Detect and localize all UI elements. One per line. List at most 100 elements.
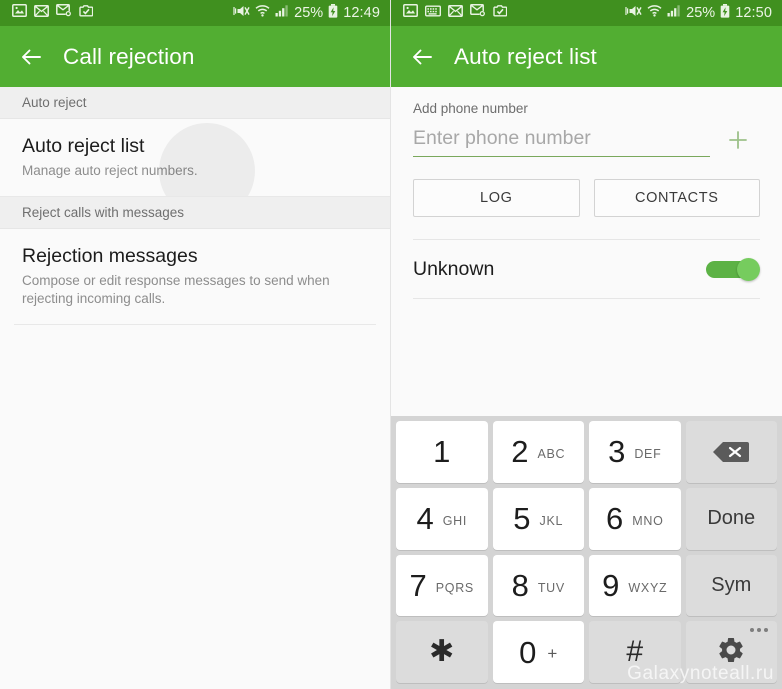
key-hash-label: # [626,635,644,669]
unknown-label: Unknown [413,257,495,280]
key-4[interactable]: 4 GHI [396,487,488,550]
key-7-letters: PQRS [435,580,474,595]
keypad-row: 7 PQRS 8 TUV 9 WXYZ Sym [396,554,777,617]
picture-icon [403,4,418,22]
keypad-row: 1 2 ABC 3 DEF [396,421,777,483]
dot [750,628,754,633]
screen-auto-reject-list: 25% 12:50 Auto reject list Add phone num… [391,0,782,689]
keypad-row: ✱ 0 + # [396,621,777,683]
clock-label: 12:49 [343,5,380,21]
vibrate-mute-icon [233,4,250,23]
battery-charging-icon [720,3,730,23]
divider-below-unknown [413,298,760,299]
log-button[interactable]: LOG [413,179,580,217]
phone-number-input[interactable] [413,127,710,150]
key-settings[interactable] [685,621,777,683]
key-hash[interactable]: # [589,621,681,683]
status-bar-notification-icons [12,4,94,22]
back-arrow-icon[interactable] [18,43,46,71]
dot [757,628,761,633]
add-phone-number-label: Add phone number [413,101,528,116]
sidebar-item-auto-reject-list[interactable]: Auto reject list Manage auto reject numb… [0,119,390,197]
key-5-letters: JKL [539,514,564,529]
signal-bars-icon [667,4,681,22]
plus-icon[interactable] [716,123,760,157]
key-done[interactable]: Done [685,487,777,550]
envelope-icon [34,4,49,22]
auto-reject-list-subtitle: Manage auto reject numbers. [22,163,198,178]
wifi-icon [647,4,662,22]
back-arrow-icon[interactable] [409,43,437,71]
key-1[interactable]: 1 [396,421,488,483]
camera-upload-icon [79,4,94,22]
key-0[interactable]: 0 + [492,621,584,683]
key-4-letters: GHI [442,514,468,529]
key-5-label: 5 [513,501,531,537]
battery-percent-label: 25% [686,5,716,21]
key-backspace[interactable] [685,421,777,483]
gear-icon [716,635,746,670]
key-3-letters: DEF [634,447,662,462]
key-3-label: 3 [608,434,626,470]
page-title: Auto reject list [454,43,597,69]
auto-reject-list-content: Add phone number LOG CONTACTS Unknown [391,87,782,299]
battery-charging-icon [328,3,338,23]
app-bar-right: Auto reject list [391,26,782,87]
key-8[interactable]: 8 TUV [492,554,584,617]
auto-reject-list-title: Auto reject list [22,135,145,157]
key-asterisk[interactable]: ✱ [396,621,488,683]
status-bar-right: 25% 12:50 [391,0,782,26]
backspace-icon [711,440,751,464]
key-8-letters: TUV [537,580,565,595]
toggle-knob [737,258,760,281]
key-7[interactable]: 7 PQRS [396,554,488,617]
key-6[interactable]: 6 MNO [589,487,681,550]
key-2[interactable]: 2 ABC [492,421,584,483]
section-header-reject-with-messages: Reject calls with messages [0,197,390,229]
dual-screenshot-container: 25% 12:49 Call rejection Auto reject Aut… [0,0,782,689]
screen-call-rejection: 25% 12:49 Call rejection Auto reject Aut… [0,0,391,689]
signal-bars-icon [275,4,289,22]
key-6-label: 6 [605,501,624,537]
vibrate-mute-icon [625,4,642,23]
key-9[interactable]: 9 WXYZ [589,554,681,617]
list-divider [14,324,376,325]
unknown-row[interactable]: Unknown [391,240,782,298]
settings-list: Auto reject Auto reject list Manage auto… [0,87,390,689]
status-bar-system-icons-right: 25% 12:50 [625,3,772,23]
contacts-button[interactable]: CONTACTS [593,179,760,217]
unknown-toggle[interactable] [706,258,760,281]
keyboard-icon [424,4,442,22]
sidebar-item-rejection-messages[interactable]: Rejection messages Compose or edit respo… [0,229,390,324]
status-bar-left: 25% 12:49 [0,0,390,26]
key-5[interactable]: 5 JKL [492,487,584,550]
camera-upload-icon [493,4,508,22]
clock-label: 12:50 [735,5,772,21]
key-9-label: 9 [602,567,620,603]
key-4-label: 4 [416,501,434,537]
key-9-letters: WXYZ [628,580,668,595]
more-options-dots-icon [750,628,768,633]
battery-percent-label: 25% [294,5,324,21]
key-0-label: 0 [519,634,537,670]
rejection-messages-subtitle: Compose or edit response messages to sen… [22,273,330,306]
phone-input-underline [413,127,710,157]
app-bar-left: Call rejection [0,26,390,87]
envelope-sync-icon [56,4,72,22]
dot [764,628,768,633]
rejection-messages-title: Rejection messages [22,245,198,267]
envelope-icon [448,4,463,22]
picture-icon [12,4,27,22]
add-phone-number-block: Add phone number [391,87,782,157]
section-header-auto-reject: Auto reject [0,87,390,119]
key-sym[interactable]: Sym [685,554,777,617]
page-title: Call rejection [63,43,195,69]
key-2-letters: ABC [537,447,566,462]
key-1-label: 1 [433,434,451,470]
key-3[interactable]: 3 DEF [589,421,681,483]
key-0-plus-label: + [547,644,558,664]
source-buttons-row: LOG CONTACTS [391,157,782,217]
key-sym-label: Sym [711,573,752,596]
status-bar-system-icons: 25% 12:49 [233,3,380,23]
phone-input-row [413,123,760,157]
